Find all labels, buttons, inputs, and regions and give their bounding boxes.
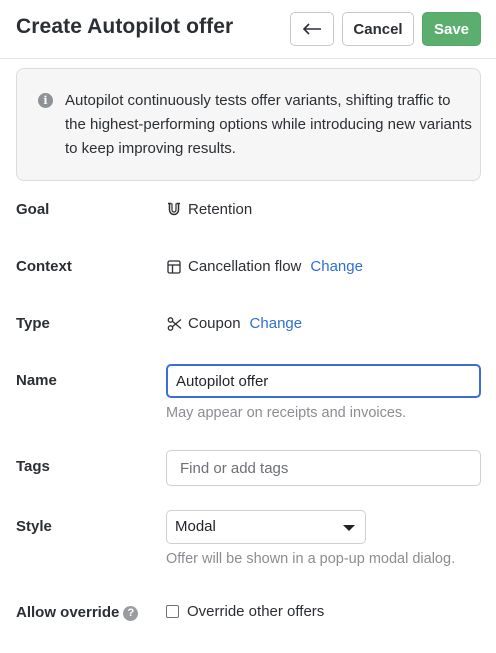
tags-input[interactable]	[166, 450, 481, 486]
question-icon[interactable]: ?	[123, 606, 139, 621]
type-change-link[interactable]: Change	[250, 315, 303, 332]
style-help-text: Offer will be shown in a pop-up modal di…	[166, 551, 456, 567]
scissors-icon	[166, 316, 182, 332]
context-change-link[interactable]: Change	[310, 258, 363, 275]
context-value-row: Cancellation flow Change	[166, 258, 363, 275]
cancel-button[interactable]: Cancel	[342, 12, 414, 46]
chevron-down-icon	[343, 525, 355, 531]
goal-label: Goal	[16, 201, 50, 218]
override-checkbox[interactable]	[166, 605, 179, 618]
save-button[interactable]: Save	[422, 12, 481, 46]
style-select-value: Modal	[175, 518, 216, 535]
type-label: Type	[16, 315, 50, 332]
name-input[interactable]	[166, 364, 481, 398]
override-checkbox-row[interactable]: Override other offers	[166, 603, 324, 620]
name-help-text: May appear on receipts and invoices.	[166, 405, 407, 421]
override-label-text: Allow override	[16, 604, 120, 621]
style-label: Style	[16, 518, 52, 535]
page-header: Create Autopilot offer Cancel Save	[0, 0, 496, 59]
override-checkbox-label: Override other offers	[187, 603, 325, 620]
name-label: Name	[16, 372, 57, 389]
info-icon: i	[38, 93, 53, 108]
type-value: Coupon	[188, 315, 241, 332]
goal-value-row: Retention	[166, 201, 252, 218]
style-select[interactable]: Modal	[166, 510, 366, 544]
override-label: Allow override?	[16, 604, 139, 621]
magnet-icon	[166, 202, 182, 218]
type-value-row: Coupon Change	[166, 315, 302, 332]
goal-value: Retention	[188, 201, 253, 218]
info-callout: i Autopilot continuously tests offer var…	[16, 68, 481, 181]
page-title: Create Autopilot offer	[16, 15, 234, 38]
tags-label: Tags	[16, 458, 50, 475]
arrow-left-icon	[302, 23, 322, 35]
back-button[interactable]	[290, 12, 334, 46]
layout-icon	[166, 259, 182, 275]
info-text: Autopilot continuously tests offer varia…	[65, 92, 472, 157]
context-value: Cancellation flow	[188, 258, 302, 275]
context-label: Context	[16, 258, 72, 275]
